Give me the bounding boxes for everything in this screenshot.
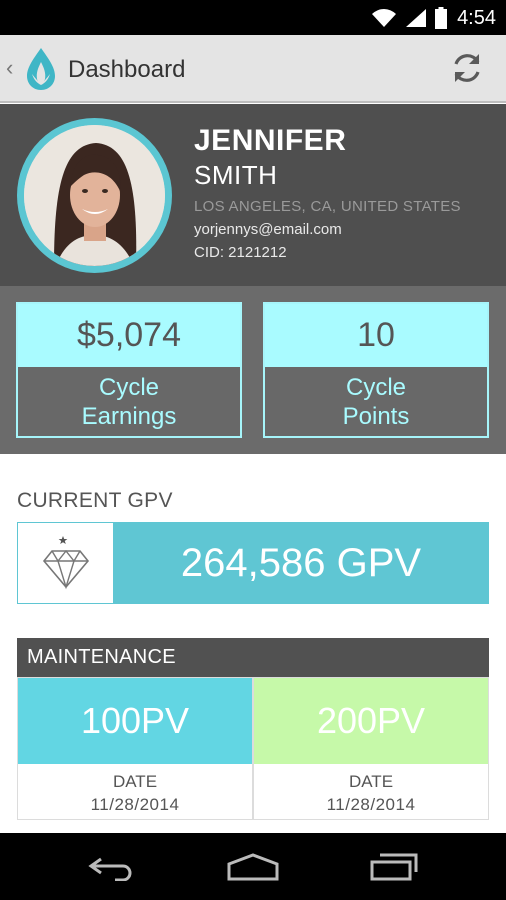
clock-time: 4:54 bbox=[457, 7, 496, 29]
diamond-icon bbox=[42, 536, 89, 590]
refresh-icon[interactable] bbox=[448, 49, 486, 87]
home-nav-icon bbox=[227, 853, 279, 881]
page-title: Dashboard bbox=[68, 56, 186, 83]
current-gpv-heading: CURRENT GPV bbox=[17, 489, 173, 512]
cycle-points-label-line2: Points bbox=[342, 403, 410, 430]
recents-nav-icon bbox=[370, 853, 418, 881]
current-gpv-card[interactable]: 264,586 GPV bbox=[17, 522, 489, 604]
signal-icon bbox=[406, 9, 427, 27]
current-gpv-value: 264,586 GPV bbox=[113, 523, 489, 603]
stats-panel: $5,074 Cycle Earnings 10 Cycle Points bbox=[0, 286, 506, 454]
maintenance-card-1[interactable]: 100PV DATE 11/28/2014 bbox=[17, 677, 253, 820]
profile-cid: CID: 2121212 bbox=[194, 244, 287, 261]
home-nav-button[interactable] bbox=[223, 851, 283, 883]
action-bar: ‹ Dashboard bbox=[0, 35, 506, 103]
maintenance-heading: MAINTENANCE bbox=[17, 638, 489, 677]
maintenance-date-1: 11/28/2014 bbox=[90, 795, 180, 814]
back-nav-button[interactable] bbox=[82, 851, 142, 883]
cycle-earnings-label-line2: Earnings bbox=[81, 403, 177, 430]
back-nav-icon bbox=[88, 857, 132, 881]
maintenance-value-1: 100PV bbox=[18, 678, 252, 764]
cycle-points-label: Cycle Points bbox=[265, 367, 487, 436]
profile-first-name: JENNIFER bbox=[194, 124, 347, 157]
maintenance-date-label-1: DATE bbox=[112, 772, 158, 791]
maintenance-date-2: 11/28/2014 bbox=[326, 795, 416, 814]
cycle-earnings-label-line1: Cycle bbox=[98, 374, 159, 401]
avatar[interactable] bbox=[17, 118, 172, 273]
cycle-earnings-label: Cycle Earnings bbox=[18, 367, 240, 436]
status-bar: 4:54 bbox=[0, 0, 506, 35]
cycle-earnings-value: $5,074 bbox=[18, 304, 240, 367]
profile-photo bbox=[24, 125, 165, 266]
cycle-points-card[interactable]: 10 Cycle Points bbox=[263, 302, 489, 438]
droplet-leaf-logo-icon[interactable] bbox=[24, 46, 58, 92]
navigation-bar bbox=[0, 833, 506, 900]
profile-location: LOS ANGELES, CA, UNITED STATES bbox=[194, 198, 461, 215]
profile-email: yorjennys@email.com bbox=[194, 221, 342, 238]
profile-last-name: SMITH bbox=[194, 160, 278, 190]
maintenance-value-2: 200PV bbox=[254, 678, 488, 764]
cycle-earnings-card[interactable]: $5,074 Cycle Earnings bbox=[16, 302, 242, 438]
profile-header: JENNIFER SMITH LOS ANGELES, CA, UNITED S… bbox=[0, 104, 506, 286]
cycle-points-value: 10 bbox=[265, 304, 487, 367]
recents-nav-button[interactable] bbox=[364, 851, 424, 883]
chevron-left-icon[interactable]: ‹ bbox=[6, 57, 13, 79]
maintenance-date-label-2: DATE bbox=[348, 772, 394, 791]
maintenance-card-2[interactable]: 200PV DATE 11/28/2014 bbox=[253, 677, 489, 820]
cycle-points-label-line1: Cycle bbox=[345, 374, 406, 401]
battery-icon bbox=[435, 7, 448, 29]
wifi-icon bbox=[372, 9, 397, 27]
